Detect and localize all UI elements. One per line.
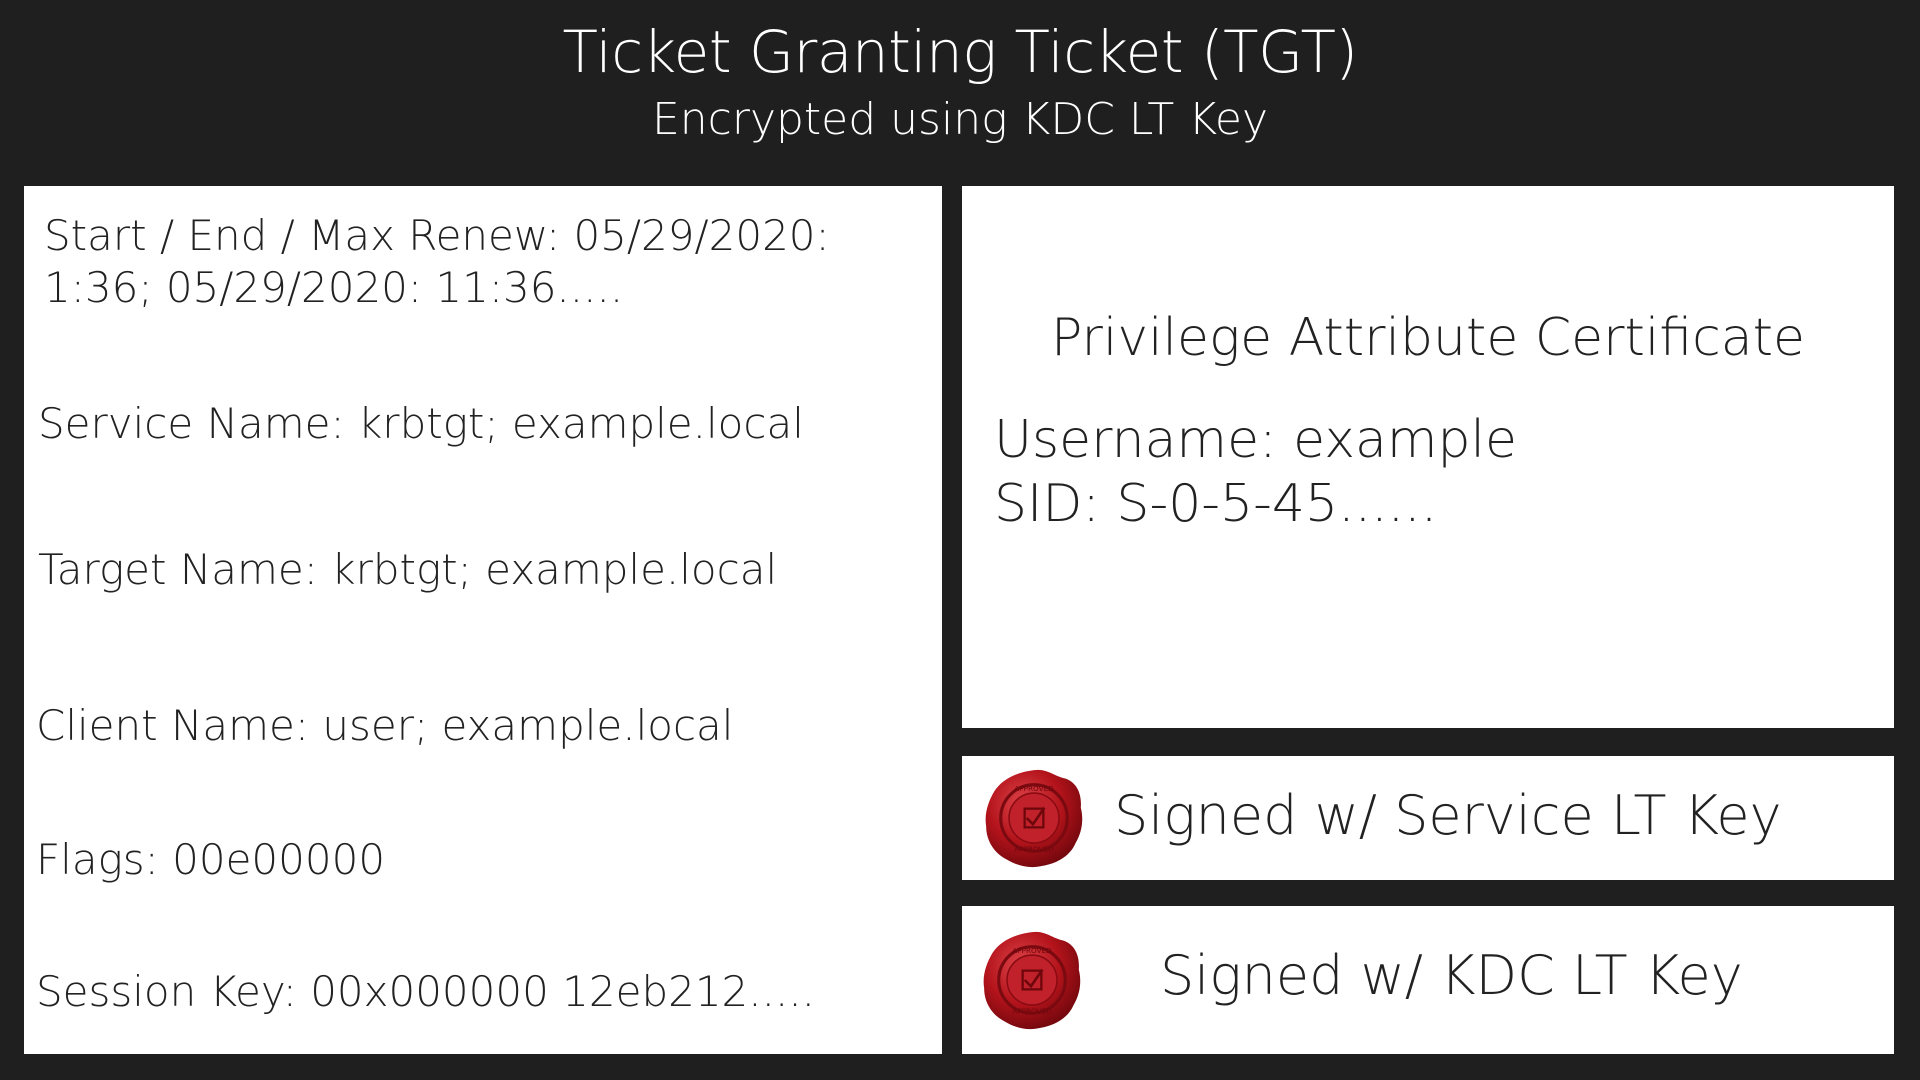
seal-text-top: APPROVED	[1012, 946, 1052, 955]
service-signature-label: Signed w/ Service LT Key	[1114, 784, 1782, 847]
pac-panel: Privilege Attribute Certificate Username…	[962, 186, 1894, 728]
diagram-title: Ticket Granting Ticket (TGT)	[562, 18, 1359, 86]
diagram-subtitle: Encrypted using KDC LT Key	[651, 94, 1269, 145]
seal-text-top: APPROVED	[1014, 784, 1054, 793]
ticket-fields-panel: Start / End / Max Renew: 05/29/2020: 1:3…	[24, 186, 942, 1054]
tgt-diagram: Ticket Granting Ticket (TGT) Encrypted u…	[0, 0, 1920, 1080]
field-client-name: Client Name: user; example.local	[36, 701, 734, 750]
field-service-name: Service Name: krbtgt; example.local	[38, 399, 804, 448]
pac-title: Privilege Attribute Certificate	[1051, 308, 1805, 368]
kdc-signature-label: Signed w/ KDC LT Key	[1160, 944, 1743, 1007]
field-times: Start / End / Max Renew: 05/29/2020: 1:3…	[44, 211, 830, 312]
wax-seal-icon: APPROVED APPROVED	[983, 931, 1081, 1030]
wax-seal-icon: APPROVED APPROVED	[985, 769, 1083, 868]
field-flags: Flags: 00e00000	[36, 835, 386, 884]
field-target-name: Target Name: krbtgt; example.local	[38, 545, 778, 594]
seal-text-bottom: APPROVED	[1012, 1006, 1052, 1015]
pac-sid: SID: S-0-5-45......	[994, 474, 1438, 534]
kdc-signature-panel: APPROVED APPROVED Signed w/ KDC LT Key	[962, 906, 1894, 1054]
service-signature-panel: APPROVED APPROVED Signed w/ Service LT K…	[962, 756, 1894, 880]
seal-text-bottom: APPROVED	[1014, 844, 1054, 853]
field-session-key: Session Key: 00x000000 12eb212.....	[36, 967, 816, 1016]
pac-username: Username: example	[994, 410, 1517, 470]
